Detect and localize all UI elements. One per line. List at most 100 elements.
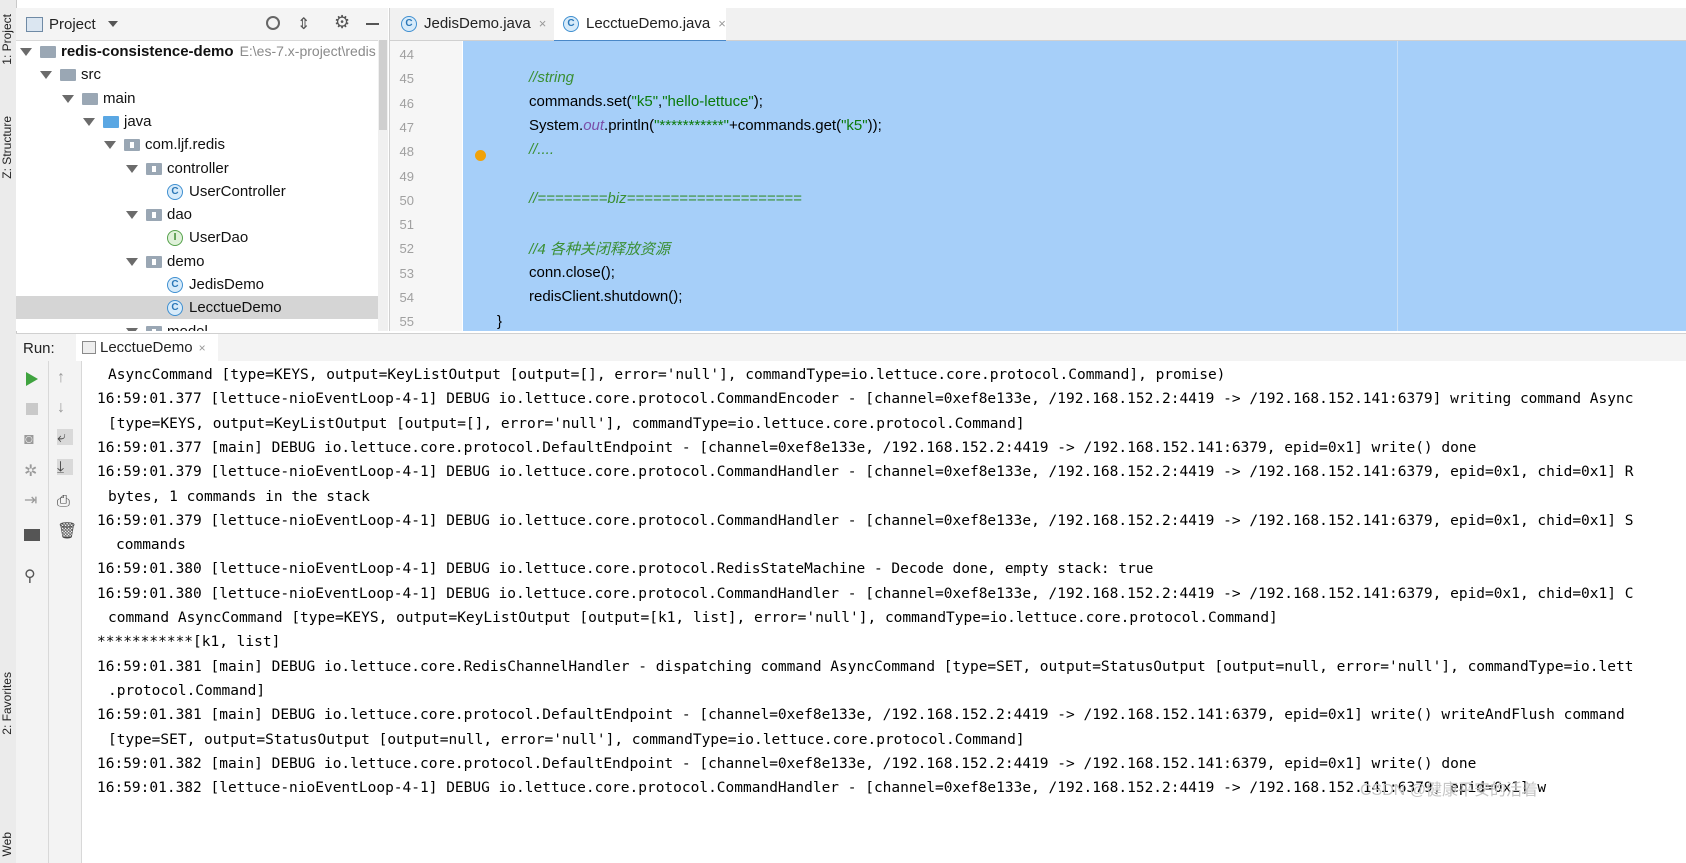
bulb-icon[interactable] — [475, 150, 486, 161]
camera-icon[interactable]: ◙ — [24, 431, 40, 448]
tree-item-java[interactable]: java — [16, 110, 378, 133]
up-icon[interactable]: ↑ — [57, 369, 73, 386]
tree-item-jedisdemo[interactable]: C JedisDemo — [16, 273, 378, 296]
tree-item-label: UserDao — [189, 229, 249, 247]
line-number: 49 — [399, 168, 414, 184]
tree-item-src[interactable]: src — [16, 63, 378, 86]
tree-scrollbar[interactable] — [378, 40, 388, 331]
collapse-icon[interactable]: ⇕ — [297, 14, 310, 34]
project-tool-tab[interactable]: 1: Project — [0, 14, 16, 65]
tab-label: JedisDemo.java — [424, 15, 531, 32]
exit-icon[interactable]: ⇥ — [24, 490, 40, 509]
editor: C JedisDemo.java × C LecctueDemo.java × 44… — [389, 8, 1686, 331]
folder-icon — [82, 92, 98, 105]
tree-item-controller[interactable]: controller — [16, 157, 378, 180]
favorites-tool-tab[interactable]: 2: Favorites — [0, 672, 16, 735]
code-line-47: System.out.println("***********"+command… — [529, 117, 882, 134]
run-toolbar-secondary: ↑ ↓ ⤶ ⤓ ⎙ 🗑 — [49, 361, 82, 863]
watermark: CSDN @健康平安的活着 — [1360, 782, 1539, 799]
console-line: 16:59:01.382 [main] DEBUG io.lettuce.cor… — [97, 755, 1477, 772]
line-number: 52 — [399, 241, 414, 257]
run-icon[interactable] — [26, 372, 38, 386]
tree-item-label: main — [103, 89, 136, 107]
tree-item-model[interactable]: model — [16, 320, 378, 331]
tree-item-lecctuedemo[interactable]: C LecctueDemo — [16, 296, 378, 320]
chevron-down-icon[interactable] — [126, 257, 138, 266]
project-view-title[interactable]: Project — [49, 16, 96, 33]
project-header: Project ⇕ ⚙ — [16, 8, 388, 41]
soft-wrap-icon[interactable]: ⤶ — [57, 429, 73, 446]
tree-item-usercontroller[interactable]: C UserController — [16, 180, 378, 203]
tree-item-label: JedisDemo — [189, 276, 265, 293]
package-icon — [146, 162, 162, 175]
line-number: 44 — [399, 47, 414, 62]
class-icon: C — [563, 16, 579, 32]
pin-icon[interactable]: ⚲ — [24, 566, 40, 585]
folder-icon — [40, 46, 56, 59]
folder-icon — [60, 69, 76, 82]
console-line: 16:59:01.382 [lettuce-nioEventLoop-4-1] … — [97, 780, 1547, 797]
tree-item-userdao[interactable]: I UserDao — [16, 226, 378, 249]
chevron-down-icon[interactable] — [126, 164, 138, 173]
tree-item-main[interactable]: main — [16, 87, 378, 110]
chevron-down-icon[interactable] — [40, 71, 52, 80]
gear-icon[interactable]: ⚙ — [334, 12, 350, 33]
chevron-down-icon[interactable] — [20, 48, 32, 57]
chevron-down-icon[interactable] — [62, 94, 74, 103]
chevron-down-icon[interactable] — [126, 327, 138, 331]
module-path: E:\es-7.x-project\redis — [239, 43, 376, 59]
class-icon: C — [401, 16, 417, 32]
tree-item-label: controller — [167, 159, 229, 177]
trash-icon[interactable]: 🗑 — [57, 521, 77, 540]
layout-icon[interactable] — [24, 529, 40, 541]
line-number: 48 — [399, 144, 414, 160]
structure-tool-tab[interactable]: Z: Structure — [0, 116, 16, 179]
tree-item-redis-consistence-demo[interactable]: redis-consistence-demo E:\es-7.x-project\… — [16, 40, 378, 63]
tree-item-dao[interactable]: dao — [16, 203, 378, 226]
tree-item-label: demo — [167, 252, 205, 270]
interface-icon: I — [167, 230, 183, 247]
chevron-down-icon[interactable] — [104, 141, 116, 150]
tree-item-label: model — [167, 323, 208, 331]
class-icon: C — [167, 183, 183, 200]
run-tab-lecctuedemo[interactable]: LecctueDemo × — [76, 334, 218, 364]
line-number: 51 — [399, 217, 414, 233]
tree-item-label: UserController — [189, 182, 286, 200]
dropdown-icon[interactable] — [108, 21, 118, 27]
down-icon[interactable]: ↓ — [57, 399, 73, 416]
code-area[interactable]: //string commands.set("k5","hello-lettuc… — [463, 41, 1686, 331]
web-tool-tab[interactable]: Web — [0, 832, 16, 856]
package-icon — [146, 255, 162, 268]
stop-icon[interactable] — [26, 403, 38, 415]
run-tab-label: LecctueDemo — [100, 339, 193, 356]
tree-item-com-ljf-redis[interactable]: com.ljf.redis — [16, 133, 378, 156]
close-icon[interactable]: × — [718, 16, 726, 31]
line-number: 55 — [399, 314, 414, 330]
tree-item-label: dao — [167, 206, 193, 224]
console-line: ***********[k1, list] — [97, 634, 281, 651]
run-header: Run: LecctueDemo × — [16, 333, 1686, 364]
tree-item-demo[interactable]: demo — [16, 250, 378, 273]
scroll-end-icon[interactable]: ⤓ — [57, 459, 73, 476]
tab-lecctuedemo[interactable]: C LecctueDemo.java × — [554, 8, 726, 43]
print-icon[interactable]: ⎙ — [57, 493, 73, 510]
package-icon — [146, 325, 162, 331]
close-icon[interactable]: × — [539, 16, 547, 31]
project-panel: Project ⇕ ⚙ redis-consistence-demo E:\es-… — [16, 8, 388, 331]
code-line-52: //4 各种关闭释放资源 — [529, 241, 670, 258]
tab-jedisdemo[interactable]: C JedisDemo.java × — [392, 8, 554, 40]
console-line: command AsyncCommand [type=KEYS, output=… — [108, 610, 1278, 626]
chevron-down-icon[interactable] — [83, 117, 95, 126]
tree-scrollbar-thumb[interactable] — [379, 40, 387, 130]
code-line-48: //.... — [529, 141, 555, 158]
chevron-down-icon[interactable] — [126, 211, 138, 220]
close-icon[interactable]: × — [199, 341, 206, 355]
debug-icon[interactable]: ✲ — [24, 461, 40, 480]
locate-icon[interactable] — [266, 16, 280, 30]
line-number: 50 — [399, 192, 414, 208]
line-number: 46 — [399, 95, 414, 111]
console-line: bytes, 1 commands in the stack — [108, 488, 370, 505]
code-line-45: //string — [529, 69, 575, 86]
minimize-icon[interactable] — [366, 23, 379, 25]
line-number: 47 — [399, 119, 414, 135]
